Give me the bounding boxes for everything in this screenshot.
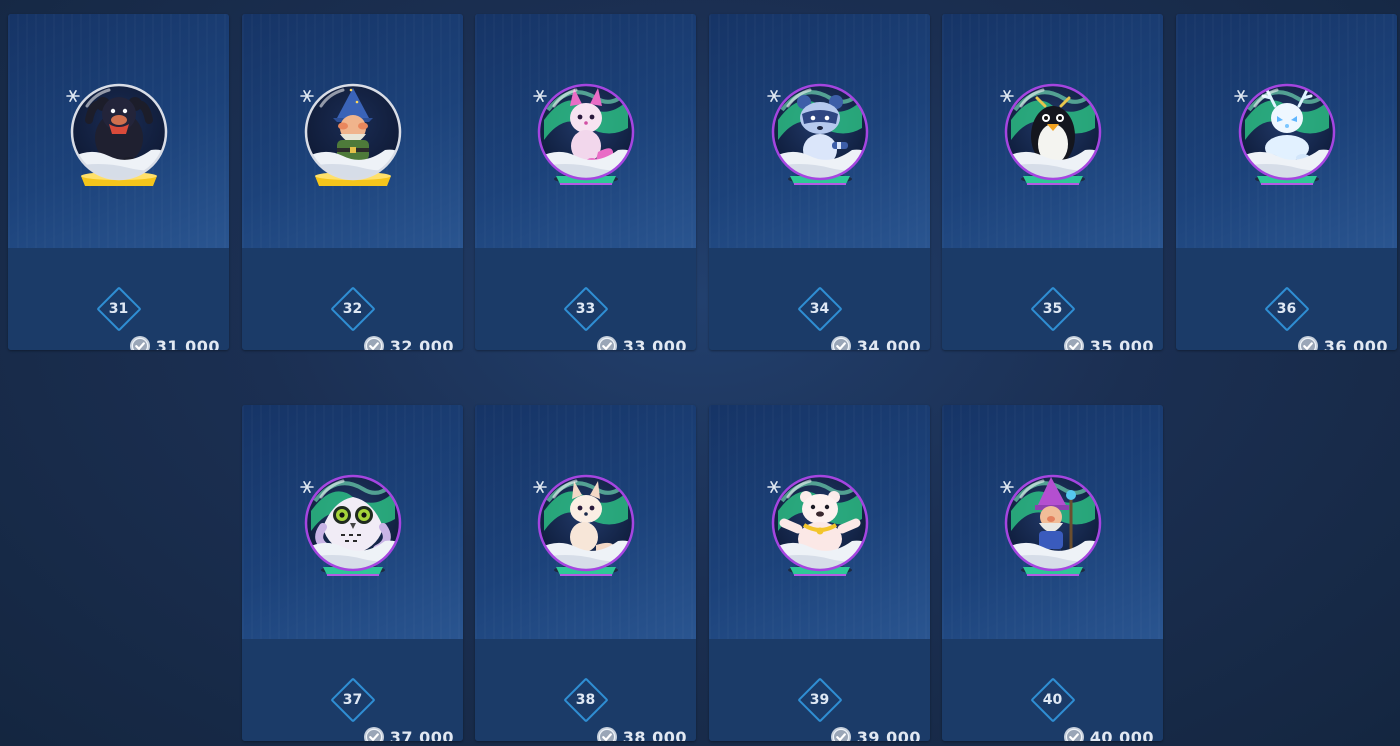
price: 37 000 bbox=[363, 725, 454, 741]
reward-card[interactable]: 32 32 000 bbox=[242, 14, 463, 350]
level-number: 38 bbox=[575, 692, 596, 708]
price-value: 38 000 bbox=[622, 727, 687, 742]
price: 35 000 bbox=[1063, 334, 1154, 350]
price-value: 31 000 bbox=[155, 336, 220, 351]
coin-icon bbox=[363, 727, 384, 741]
reward-image bbox=[1227, 76, 1347, 196]
reward-card[interactable]: 31 31 000 bbox=[8, 14, 229, 350]
reward-image bbox=[293, 467, 413, 587]
level-badge: 39 bbox=[793, 673, 847, 727]
coin-icon bbox=[830, 336, 851, 350]
level-number: 33 bbox=[575, 301, 596, 317]
price: 34 000 bbox=[830, 334, 921, 350]
level-badge: 33 bbox=[559, 282, 613, 336]
price: 38 000 bbox=[596, 725, 687, 741]
price: 40 000 bbox=[1063, 725, 1154, 741]
level-number: 31 bbox=[108, 301, 129, 317]
reward-image bbox=[993, 467, 1113, 587]
price-value: 37 000 bbox=[389, 727, 454, 742]
snow-globe-icon bbox=[766, 474, 868, 576]
reward-card[interactable]: 33 33 000 bbox=[475, 14, 696, 350]
level-badge: 34 bbox=[793, 282, 847, 336]
coin-icon bbox=[129, 336, 150, 350]
snowflake-icon bbox=[65, 90, 80, 102]
snowflake-icon bbox=[299, 90, 314, 102]
coin-icon bbox=[1063, 727, 1084, 741]
reward-image bbox=[760, 467, 880, 587]
reward-image bbox=[526, 76, 646, 196]
level-badge: 38 bbox=[559, 673, 613, 727]
level-badge: 35 bbox=[1026, 282, 1080, 336]
reward-image bbox=[59, 76, 179, 196]
snow-globe-icon bbox=[532, 83, 634, 185]
price-value: 35 000 bbox=[1089, 336, 1154, 351]
coin-icon bbox=[596, 727, 617, 741]
reward-card[interactable]: 38 38 000 bbox=[475, 405, 696, 741]
snow-globe-icon bbox=[1233, 83, 1335, 185]
price-value: 40 000 bbox=[1089, 727, 1154, 742]
reward-card[interactable]: 36 36 000 bbox=[1176, 14, 1397, 350]
snowflake-icon bbox=[766, 481, 781, 493]
reward-card[interactable]: 34 34 000 bbox=[709, 14, 930, 350]
price: 31 000 bbox=[129, 334, 220, 350]
snow-globe-icon bbox=[532, 474, 634, 576]
level-number: 37 bbox=[342, 692, 363, 708]
reward-image bbox=[993, 76, 1113, 196]
coin-icon bbox=[1063, 336, 1084, 350]
price-value: 32 000 bbox=[389, 336, 454, 351]
price: 36 000 bbox=[1297, 334, 1388, 350]
level-number: 32 bbox=[342, 301, 363, 317]
reward-card[interactable]: 35 35 000 bbox=[942, 14, 1163, 350]
reward-image bbox=[293, 76, 413, 196]
price: 33 000 bbox=[596, 334, 687, 350]
snowflake-icon bbox=[999, 90, 1014, 102]
price: 32 000 bbox=[363, 334, 454, 350]
snowflake-icon bbox=[999, 481, 1014, 493]
price-value: 39 000 bbox=[856, 727, 921, 742]
level-number: 36 bbox=[1276, 301, 1297, 317]
snow-globe-icon bbox=[999, 83, 1101, 185]
price: 39 000 bbox=[830, 725, 921, 741]
snow-globe-icon bbox=[299, 83, 401, 186]
level-badge: 36 bbox=[1260, 282, 1314, 336]
reward-image bbox=[760, 76, 880, 196]
snow-globe-icon bbox=[999, 474, 1101, 576]
snowflake-icon bbox=[1233, 90, 1248, 102]
level-number: 39 bbox=[809, 692, 830, 708]
level-badge: 40 bbox=[1026, 673, 1080, 727]
snow-globe-icon bbox=[65, 83, 167, 186]
level-number: 35 bbox=[1042, 301, 1063, 317]
price-value: 36 000 bbox=[1323, 336, 1388, 351]
coin-icon bbox=[596, 336, 617, 350]
level-badge: 32 bbox=[326, 282, 380, 336]
level-number: 34 bbox=[809, 301, 830, 317]
page: { "colors": { "page_background": "#1b2f5… bbox=[0, 0, 1400, 746]
reward-card[interactable]: 37 37 000 bbox=[242, 405, 463, 741]
snowflake-icon bbox=[299, 481, 314, 493]
snow-globe-icon bbox=[766, 83, 868, 185]
reward-image bbox=[526, 467, 646, 587]
reward-card[interactable]: 40 40 000 bbox=[942, 405, 1163, 741]
reward-card[interactable]: 39 39 000 bbox=[709, 405, 930, 741]
coin-icon bbox=[830, 727, 851, 741]
snowflake-icon bbox=[532, 481, 547, 493]
snowflake-icon bbox=[532, 90, 547, 102]
snow-globe-icon bbox=[299, 474, 401, 576]
price-value: 34 000 bbox=[856, 336, 921, 351]
coin-icon bbox=[363, 336, 384, 350]
price-value: 33 000 bbox=[622, 336, 687, 351]
level-badge: 37 bbox=[326, 673, 380, 727]
coin-icon bbox=[1297, 336, 1318, 350]
level-number: 40 bbox=[1042, 692, 1063, 708]
snowflake-icon bbox=[766, 90, 781, 102]
level-badge: 31 bbox=[92, 282, 146, 336]
